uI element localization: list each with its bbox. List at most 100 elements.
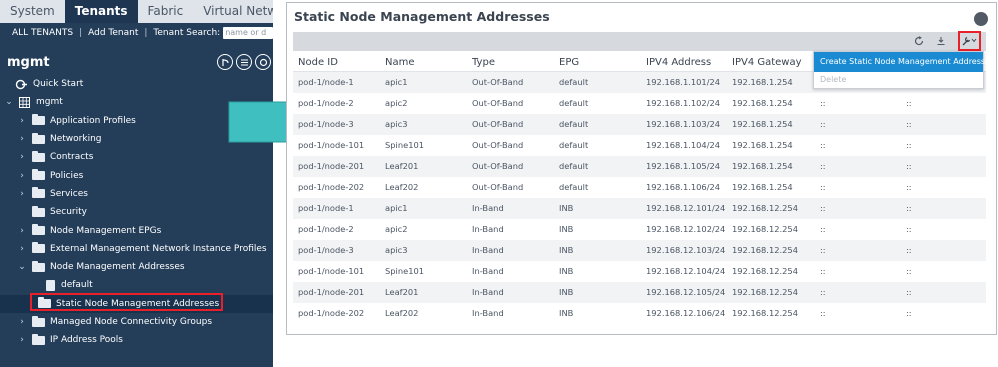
tree-item-policies[interactable]: › Policies (0, 166, 273, 184)
tree-item-external-management-network-instance-profiles[interactable]: › External Management Network Instance P… (0, 240, 273, 258)
sub-nav: ALL TENANTS | Add Tenant | Tenant Search… (0, 23, 273, 43)
wrench-icon (962, 36, 977, 46)
table-cell: :: (820, 245, 826, 255)
table-cell: 192.168.12.104/24 (646, 266, 726, 276)
tab-virtual-networking[interactable]: Virtual Networking (193, 0, 273, 23)
table-cell: :: (820, 182, 826, 192)
table-cell: 192.168.1.106/24 (646, 182, 721, 192)
table-row[interactable]: pod-1/node-3 apic3 Out-Of-Band default 192.1… (293, 114, 986, 135)
table-cell: :: (820, 140, 826, 150)
chevron-right-icon[interactable]: › (18, 152, 26, 162)
folder-icon (32, 169, 45, 181)
chevron-right-icon[interactable]: › (18, 134, 26, 144)
chevron-right-icon[interactable]: › (18, 189, 26, 199)
delete-menu-item[interactable]: Delete (814, 72, 983, 88)
table-cell: In-Band (472, 245, 504, 255)
table-row[interactable]: pod-1/node-202 Leaf202 Out-Of-Band default 1… (293, 177, 986, 198)
refresh-icon[interactable] (255, 54, 271, 70)
health-icon[interactable] (217, 54, 233, 70)
chevron-down-icon[interactable]: ⌄ (18, 262, 26, 272)
chevron-down-icon[interactable]: ⌄ (5, 97, 13, 107)
document-icon (46, 279, 55, 291)
table-cell: 192.168.12.105/24 (646, 287, 726, 297)
tree-label: default (61, 280, 93, 291)
tenant-search-input[interactable]: name or d (223, 27, 273, 39)
create-static-node-management-addresses-menu-item[interactable]: Create Static Node Management Addresses (814, 52, 994, 72)
folder-icon (32, 150, 45, 162)
table-cell: :: (906, 98, 912, 108)
tab-system[interactable]: System (0, 0, 65, 23)
add-tenant-link[interactable]: Add Tenant (88, 28, 138, 38)
table-row[interactable]: pod-1/node-101 Spine101 Out-Of-Band default… (293, 135, 986, 156)
tree-item-node-management-epgs[interactable]: › Node Management EPGs (0, 221, 273, 239)
column-header[interactable]: Name (380, 54, 467, 71)
tree-item-managed-node-connectivity-groups[interactable]: › Managed Node Connectivity Groups (0, 313, 273, 331)
chevron-right-icon[interactable]: › (18, 244, 26, 254)
table-row[interactable]: pod-1/node-3 apic3 In-Band INB 192.168.12.10… (293, 240, 986, 261)
table-cell: Out-Of-Band (472, 161, 524, 171)
table-row[interactable]: pod-1/node-201 Leaf201 Out-Of-Band default 1… (293, 156, 986, 177)
tree-label: IP Address Pools (50, 335, 123, 346)
tree-item-default[interactable]: default (0, 276, 273, 294)
table-cell: 192.168.1.254 (732, 140, 793, 150)
list-icon[interactable] (236, 54, 252, 70)
chevron-right-icon[interactable]: › (18, 171, 26, 181)
table-cell: :: (820, 266, 826, 276)
table-cell: :: (820, 224, 826, 234)
tree-item-security[interactable]: Security (0, 203, 273, 221)
column-header[interactable]: Node ID (293, 54, 380, 71)
column-header[interactable]: EPG (554, 54, 641, 71)
table-cell: 192.168.1.104/24 (646, 140, 721, 150)
table-body: pod-1/node-1 apic1 Out-Of-Band default 192.1… (293, 72, 986, 324)
download-icon[interactable] (936, 36, 946, 49)
table-cell: apic1 (385, 203, 408, 213)
divider: | (79, 28, 83, 38)
tab-fabric[interactable]: Fabric (138, 0, 194, 23)
table-cell: default (559, 140, 589, 150)
content-panel: Static Node Management Addresses Node ID… (286, 2, 997, 335)
actions-wrench-button[interactable] (958, 31, 981, 51)
table-cell: pod-1/node-202 (298, 308, 365, 318)
tree-label: Quick Start (33, 79, 84, 90)
tree-item-node-management-addresses[interactable]: ⌄ Node Management Addresses (0, 258, 273, 276)
table-cell: Out-Of-Band (472, 140, 524, 150)
table-cell: 192.168.12.254 (732, 245, 798, 255)
table-cell: pod-1/node-3 (298, 119, 354, 129)
tree-item-services[interactable]: › Services (0, 185, 273, 203)
tenant-title: mgmt (7, 55, 50, 70)
divider: | (144, 28, 148, 38)
table-row[interactable]: pod-1/node-2 apic2 Out-Of-Band default 192.1… (293, 93, 986, 114)
table-cell: 192.168.12.254 (732, 203, 798, 213)
table-row[interactable]: pod-1/node-201 Leaf201 In-Band INB 192.168.1… (293, 282, 986, 303)
tab-tenants[interactable]: Tenants (64, 0, 138, 23)
tenant-tools (217, 54, 271, 70)
table-cell: pod-1/node-1 (298, 77, 354, 87)
column-header[interactable]: IPV4 Gateway (727, 54, 815, 71)
table-cell: INB (559, 245, 574, 255)
table-cell: 192.168.12.254 (732, 266, 798, 276)
tree-label: Node Management EPGs (50, 225, 162, 236)
table-cell: :: (906, 308, 912, 318)
column-header[interactable]: IPV4 Address (641, 54, 727, 71)
tree-item-ip-address-pools[interactable]: › IP Address Pools (0, 331, 273, 349)
table-row[interactable]: pod-1/node-2 apic2 In-Band INB 192.168.12.10… (293, 219, 986, 240)
chevron-right-icon[interactable]: › (18, 116, 26, 126)
table-cell: 192.168.1.254 (732, 77, 793, 87)
chevron-right-icon[interactable]: › (18, 335, 26, 345)
table-cell: :: (820, 161, 826, 171)
table-row[interactable]: pod-1/node-202 Leaf202 In-Band INB 192.168.1… (293, 303, 986, 324)
refresh-icon[interactable] (914, 36, 924, 49)
chevron-right-icon[interactable]: › (18, 317, 26, 327)
table-row[interactable]: pod-1/node-1 apic1 In-Band INB 192.168.12.10… (293, 198, 986, 219)
table-cell: 192.168.1.102/24 (646, 98, 721, 108)
bookmark-icon[interactable] (974, 12, 988, 26)
chevron-right-icon[interactable]: › (18, 226, 26, 236)
table-cell: apic3 (385, 119, 408, 129)
table-cell: default (559, 77, 589, 87)
table-cell: INB (559, 308, 574, 318)
column-header[interactable]: Type (467, 54, 554, 71)
tree-label: Services (50, 188, 88, 199)
all-tenants-link[interactable]: ALL TENANTS (12, 28, 73, 38)
table-cell: :: (820, 287, 826, 297)
table-row[interactable]: pod-1/node-101 Spine101 In-Band INB 192.168.… (293, 261, 986, 282)
